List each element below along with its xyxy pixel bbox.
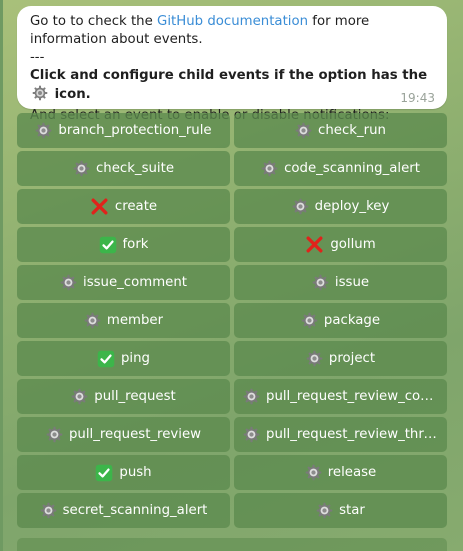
event-button-label: fork <box>122 237 149 252</box>
gear-icon <box>312 274 329 291</box>
gear-icon <box>261 160 278 177</box>
event-button-label: pull_request_review <box>68 427 202 442</box>
event-button-label: pull_request <box>94 389 176 404</box>
event-button-deploy-key[interactable]: deploy_key <box>234 189 447 224</box>
event-button-label: gollum <box>330 237 376 252</box>
event-button-label: issue_comment <box>83 275 187 290</box>
event-button-pull-request-review[interactable]: pull_request_review <box>17 417 230 452</box>
event-button-label: star <box>339 503 365 518</box>
event-button-star[interactable]: star <box>234 493 447 528</box>
event-button-pull-request-review-com[interactable]: pull_request_review_com... <box>234 379 447 414</box>
event-button-member[interactable]: member <box>17 303 230 338</box>
gear-icon <box>60 274 77 291</box>
event-button-issue[interactable]: issue <box>234 265 447 300</box>
event-button-label: package <box>323 313 381 328</box>
event-button-create[interactable]: create <box>17 189 230 224</box>
inline-keyboard-next-row[interactable] <box>17 538 447 551</box>
event-button-label: pull_request_review_com... <box>266 389 438 404</box>
gear-icon <box>306 350 323 367</box>
message-text: Go to to check the GitHub documentation … <box>30 13 430 125</box>
message-timestamp: 19:43 <box>400 91 435 105</box>
gear-icon <box>243 426 260 443</box>
event-button-package[interactable]: package <box>234 303 447 338</box>
event-button-issue-comment[interactable]: issue_comment <box>17 265 230 300</box>
gear-icon <box>305 464 322 481</box>
gear-icon <box>316 502 333 519</box>
gear-icon <box>32 85 48 107</box>
gear-icon <box>71 388 88 405</box>
event-button-label: check_run <box>318 123 386 138</box>
event-button-fork[interactable]: fork <box>17 227 230 262</box>
event-button-label: ping <box>120 351 150 366</box>
chat-background-edge <box>0 0 3 551</box>
event-button-gollum[interactable]: gollum <box>234 227 447 262</box>
message-bold-suffix: icon. <box>50 87 91 102</box>
cross-mark-icon <box>90 197 109 216</box>
event-button-check-suite[interactable]: check_suite <box>17 151 230 186</box>
event-button-secret-scanning-alert[interactable]: secret_scanning_alert <box>17 493 230 528</box>
event-button-label: check_suite <box>95 161 175 176</box>
message-line1-prefix: Go to to check the <box>30 14 158 29</box>
event-button-label: project <box>328 351 376 366</box>
message-bold-prefix: Click and configure child events if the … <box>30 68 428 83</box>
gear-icon <box>40 502 57 519</box>
event-button-label: pull_request_review_thre... <box>266 427 438 442</box>
event-button-push[interactable]: push <box>17 455 230 490</box>
event-button-check-run[interactable]: check_run <box>234 113 447 148</box>
event-button-label: code_scanning_alert <box>284 161 420 176</box>
cross-mark-icon <box>305 235 324 254</box>
event-button-label: create <box>114 199 158 214</box>
gear-icon <box>73 160 90 177</box>
gear-icon <box>46 426 63 443</box>
check-mark-icon <box>97 350 115 368</box>
gear-icon <box>301 312 318 329</box>
message-separator: --- <box>30 50 45 65</box>
event-button-release[interactable]: release <box>234 455 447 490</box>
event-button-label: deploy_key <box>314 199 390 214</box>
gear-icon <box>295 122 312 139</box>
check-mark-icon <box>95 464 113 482</box>
event-button-label: issue <box>334 275 370 290</box>
event-button-ping[interactable]: ping <box>17 341 230 376</box>
event-button-label: member <box>106 313 164 328</box>
event-button-label: branch_protection_rule <box>58 123 212 138</box>
event-button-branch-protection-rule[interactable]: branch_protection_rule <box>17 113 230 148</box>
event-button-project[interactable]: project <box>234 341 447 376</box>
event-button-code-scanning-alert[interactable]: code_scanning_alert <box>234 151 447 186</box>
check-mark-icon <box>99 236 117 254</box>
message-bubble: Go to to check the GitHub documentation … <box>17 6 447 123</box>
event-button-label: secret_scanning_alert <box>62 503 208 518</box>
event-button-pull-request[interactable]: pull_request <box>17 379 230 414</box>
event-button-label: release <box>327 465 377 480</box>
gear-icon <box>292 198 309 215</box>
github-documentation-link[interactable]: GitHub documentation <box>157 14 308 29</box>
event-button-pull-request-review-thre[interactable]: pull_request_review_thre... <box>234 417 447 452</box>
event-button-label: push <box>119 465 152 480</box>
gear-icon <box>243 388 260 405</box>
gear-icon <box>35 122 52 139</box>
gear-icon <box>84 312 101 329</box>
